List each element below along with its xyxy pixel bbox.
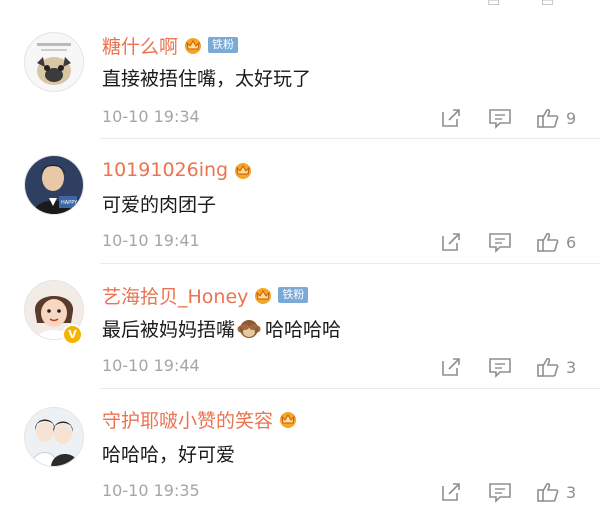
comment-meta-row: 10-10 19:41 6 [102,231,580,253]
like-button[interactable]: 3 [536,481,576,503]
username[interactable]: 10191026ing [102,159,228,181]
comment-text-part: 哈哈哈哈 [265,319,342,341]
share-icon [442,483,460,501]
comment-item: 糖什么啊 铁粉 直接被捂住嘴，太好玩了 10-10 19:34 9 [0,14,600,139]
name-row: 10191026ing [102,157,254,183]
forward-button[interactable] [440,481,462,503]
forward-button[interactable] [440,231,462,253]
comment-icon [489,358,511,378]
reply-button[interactable] [488,107,512,129]
pug-avatar-icon[interactable] [24,32,84,92]
verified-badge-icon: V [62,324,83,345]
comment-text: 哈哈哈，好可爱 [102,444,236,466]
like-count: 6 [566,232,577,252]
username[interactable]: 艺海拾贝_Honey [102,282,248,309]
reply-button[interactable] [488,356,512,378]
comment-icon [489,233,511,253]
fan-badge: 铁粉 [278,287,309,303]
comment-item: 守护耶啵小赞的笑容 哈哈哈，好可爱 10-10 19:35 3 [0,389,600,514]
share-icon [442,358,460,376]
vip-crown-icon [280,412,297,428]
like-button[interactable]: 9 [536,107,576,129]
username[interactable]: 糖什么啊 [102,32,178,59]
partial-action-icons: ▭ ▭ [487,0,572,10]
reply-button[interactable] [488,231,512,253]
comment-icon [489,109,511,129]
comment-text-part: 最后被妈妈捂嘴 [102,319,236,341]
vip-crown-icon [235,163,252,179]
vip-crown-icon [255,288,272,304]
like-button[interactable]: 6 [536,231,576,253]
timestamp: 10-10 19:35 [102,481,200,500]
name-row: 守护耶啵小赞的笑容 [102,406,299,432]
thumbs-up-icon [537,482,559,502]
timestamp: 10-10 19:44 [102,356,200,375]
comment-meta-row: 10-10 19:35 3 [102,481,580,503]
thumbs-up-icon [537,108,559,128]
vip-crown-icon [185,38,202,54]
like-count: 9 [566,108,577,128]
like-count: 3 [566,357,577,377]
see-no-evil-monkey-emoji [237,319,261,338]
comment-item: HAPPY 10191026ing 可爱的肉团子 10-10 19:41 6 [0,139,600,264]
comment-item: V 艺海拾贝_Honey 铁粉 最后被妈妈捂嘴 哈哈哈哈 10-10 19:44 [0,264,600,389]
name-row: 艺海拾贝_Honey 铁粉 [102,282,309,309]
illustrated-couple-avatar-icon[interactable] [24,407,84,467]
comment-text: 可爱的肉团子 [102,194,217,216]
reply-button[interactable] [488,481,512,503]
name-row: 糖什么啊 铁粉 [102,32,239,59]
thumbs-up-icon [537,357,559,377]
share-icon [442,109,460,127]
forward-button[interactable] [440,107,462,129]
comment-text: 直接被捂住嘴，太好玩了 [102,68,312,90]
timestamp: 10-10 19:41 [102,231,200,250]
thumbs-up-icon [537,232,559,252]
username[interactable]: 守护耶啵小赞的笑容 [102,406,273,433]
like-button[interactable]: 3 [536,356,576,378]
share-icon [442,233,460,251]
comment-meta-row: 10-10 19:34 9 [102,107,580,129]
forward-button[interactable] [440,356,462,378]
comment-meta-row: 10-10 19:44 3 [102,356,580,378]
timestamp: 10-10 19:34 [102,107,200,126]
man-portrait-avatar-icon[interactable]: HAPPY [24,155,84,215]
comment-text: 最后被妈妈捂嘴 哈哈哈哈 [102,315,341,342]
like-count: 3 [566,482,577,502]
fan-badge: 铁粉 [208,37,239,53]
top-cutoff-strip: ▭ ▭ [0,0,600,10]
svg-text:HAPPY: HAPPY [61,200,78,206]
comment-icon [489,483,511,503]
